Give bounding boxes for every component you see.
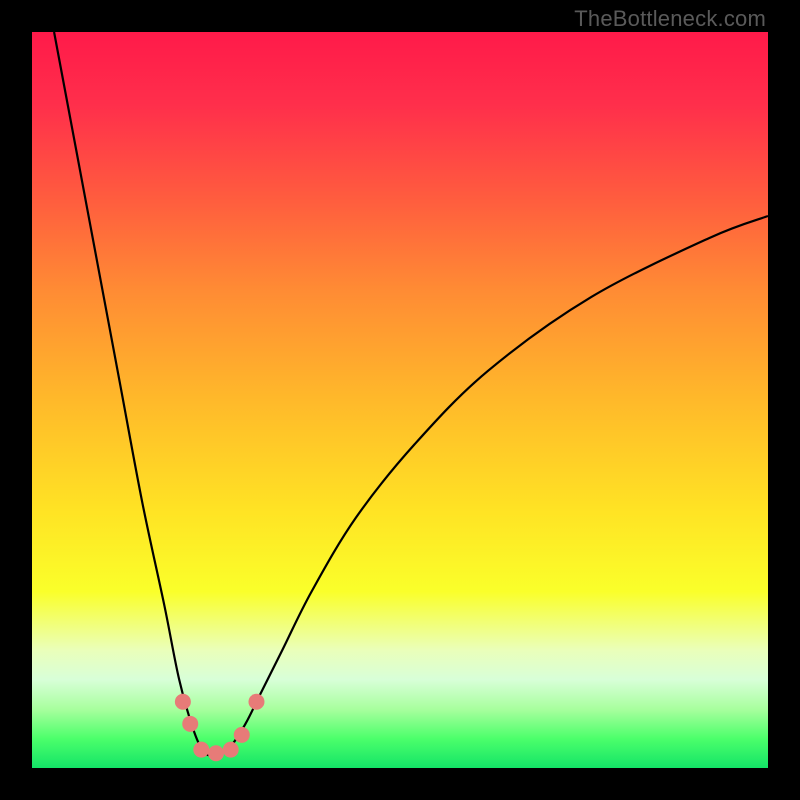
curve-marker bbox=[175, 694, 191, 710]
curve-layer bbox=[32, 32, 768, 768]
curve-marker bbox=[248, 694, 264, 710]
curve-marker bbox=[208, 745, 224, 761]
curve-marker bbox=[193, 742, 209, 758]
chart-frame: TheBottleneck.com bbox=[0, 0, 800, 800]
curve-marker bbox=[223, 742, 239, 758]
curve-markers bbox=[175, 694, 265, 762]
plot-area bbox=[32, 32, 768, 768]
watermark-text: TheBottleneck.com bbox=[574, 6, 766, 32]
curve-marker bbox=[182, 716, 198, 732]
bottleneck-curve bbox=[54, 32, 768, 755]
curve-marker bbox=[234, 727, 250, 743]
